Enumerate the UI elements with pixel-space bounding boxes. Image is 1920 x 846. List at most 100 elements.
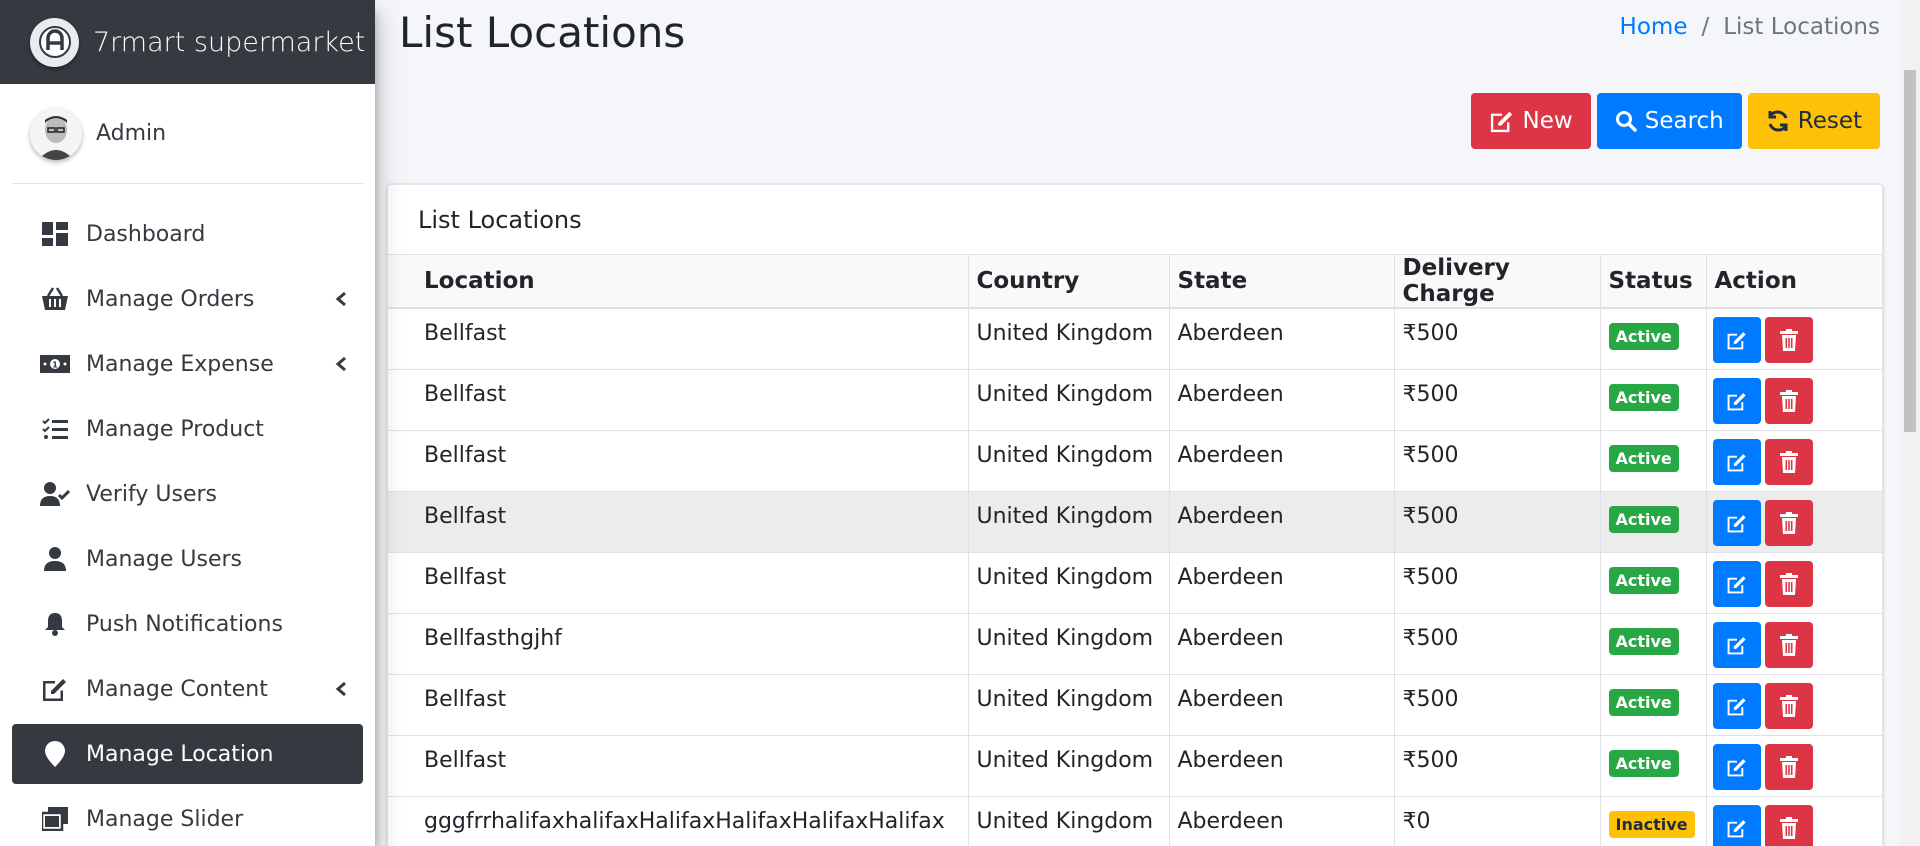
sidebar-item-manage-users[interactable]: Manage Users [12, 529, 363, 589]
edit-button[interactable] [1712, 317, 1761, 363]
edit-button[interactable] [1712, 438, 1761, 485]
money-icon: 1 [40, 349, 70, 379]
cell-action [1706, 674, 1882, 736]
breadcrumb-home-link[interactable]: Home [1620, 14, 1688, 40]
cell-status: Active [1600, 369, 1707, 431]
status-badge[interactable]: Active [1608, 749, 1679, 777]
status-badge[interactable]: Active [1608, 444, 1679, 472]
edit-icon [1726, 634, 1748, 656]
trash-icon [1779, 816, 1798, 839]
cell-delivery-charge: ₹500 [1394, 613, 1601, 675]
cell-country: United Kingdom [968, 735, 1170, 797]
edit-button[interactable] [1712, 377, 1761, 424]
reset-button[interactable]: Reset [1747, 93, 1880, 149]
cell-action [1706, 308, 1882, 370]
sidebar-item-label: Manage Orders [86, 286, 255, 312]
delete-button[interactable] [1764, 682, 1813, 729]
cell-action [1706, 491, 1882, 553]
cell-state: Aberdeen [1169, 430, 1395, 492]
column-header-state[interactable]: State [1169, 255, 1395, 309]
delete-button[interactable] [1764, 317, 1813, 363]
cell-delivery-charge: ₹500 [1394, 430, 1601, 492]
search-button[interactable]: Search [1596, 93, 1742, 149]
breadcrumb-separator: / [1701, 14, 1710, 40]
status-badge[interactable]: Inactive [1608, 810, 1695, 838]
user-icon [40, 544, 70, 574]
cell-state: Aberdeen [1169, 735, 1395, 797]
sidebar-item-manage-slider[interactable]: Manage Slider [12, 789, 363, 846]
status-badge[interactable]: Active [1608, 566, 1679, 594]
sidebar-item-push-notifications[interactable]: Push Notifications [12, 594, 363, 654]
cell-country: United Kingdom [968, 613, 1170, 675]
delete-button[interactable] [1764, 804, 1813, 846]
edit-button[interactable] [1712, 743, 1761, 790]
delete-button[interactable] [1764, 377, 1813, 424]
status-badge[interactable]: Active [1608, 323, 1679, 350]
cell-action [1706, 369, 1882, 431]
status-badge[interactable]: Active [1608, 627, 1679, 655]
delete-button[interactable] [1764, 621, 1813, 668]
scrollbar[interactable] [1900, 0, 1920, 846]
locations-card: List Locations Location Country State De… [387, 184, 1883, 846]
sidebar-item-manage-product[interactable]: Manage Product [12, 399, 363, 459]
edit-button[interactable] [1712, 804, 1761, 846]
sidebar-item-manage-expense[interactable]: 1 Manage Expense [12, 334, 363, 394]
table-row: Bellfast United Kingdom Aberdeen ₹500 Active [388, 674, 1882, 736]
column-header-status[interactable]: Status [1600, 255, 1707, 309]
avatar[interactable] [30, 107, 82, 160]
edit-icon [1726, 390, 1748, 412]
cell-location: Bellfasthgjhf [388, 613, 969, 675]
edit-button[interactable] [1712, 560, 1761, 607]
scrollbar-thumb[interactable] [1904, 70, 1916, 432]
dashboard-icon [40, 219, 70, 249]
status-badge[interactable]: Active [1608, 505, 1679, 533]
status-badge[interactable]: Active [1608, 688, 1679, 716]
chevron-left-icon [333, 356, 349, 372]
cell-state: Aberdeen [1169, 796, 1395, 846]
new-button-label: New [1522, 108, 1573, 134]
sidebar-item-dashboard[interactable]: Dashboard [12, 204, 363, 264]
svg-text:1: 1 [52, 361, 58, 370]
cell-delivery-charge: ₹500 [1394, 308, 1601, 370]
new-button[interactable]: New [1470, 93, 1591, 149]
sidebar-item-verify-users[interactable]: Verify Users [12, 464, 363, 524]
chevron-left-icon [333, 291, 349, 307]
column-header-country[interactable]: Country [968, 255, 1170, 309]
sidebar-item-label: Dashboard [86, 221, 206, 247]
cell-location: Bellfast [388, 674, 969, 736]
delete-button[interactable] [1764, 438, 1813, 485]
sidebar-item-label: Push Notifications [86, 611, 283, 637]
column-header-location[interactable]: Location [388, 255, 969, 309]
status-badge[interactable]: Active [1608, 383, 1679, 411]
delete-button[interactable] [1764, 499, 1813, 546]
map-marker-icon [40, 739, 70, 769]
edit-button[interactable] [1712, 499, 1761, 546]
cell-location: Bellfast [388, 735, 969, 797]
toolbar: New Search Reset [1470, 93, 1880, 149]
cell-country: United Kingdom [968, 430, 1170, 492]
bell-icon [40, 609, 70, 639]
search-icon [1615, 111, 1637, 132]
table-row: Bellfast United Kingdom Aberdeen ₹500 Active [388, 430, 1882, 492]
user-name[interactable]: Admin [96, 121, 166, 146]
delete-button[interactable] [1764, 743, 1813, 790]
sidebar-item-label: Manage Product [86, 416, 264, 442]
column-header-delivery-charge[interactable]: Delivery Charge [1394, 255, 1601, 309]
sidebar-item-manage-orders[interactable]: Manage Orders [12, 269, 363, 329]
edit-button[interactable] [1712, 621, 1761, 668]
sidebar-item-manage-content[interactable]: Manage Content [12, 659, 363, 719]
cell-country: United Kingdom [968, 369, 1170, 431]
table-header-row: Location Country State Delivery Charge S… [388, 255, 1882, 309]
cell-action [1706, 430, 1882, 492]
cell-action [1706, 735, 1882, 797]
brand-link[interactable]: 7rmart supermarket [0, 0, 375, 84]
edit-button[interactable] [1712, 682, 1761, 729]
cell-status: Active [1600, 430, 1707, 492]
tasks-icon [40, 414, 70, 444]
cell-location: Bellfast [388, 308, 969, 370]
cell-country: United Kingdom [968, 491, 1170, 553]
cell-status: Active [1600, 308, 1707, 370]
delete-button[interactable] [1764, 560, 1813, 607]
sidebar-item-manage-location[interactable]: Manage Location [12, 724, 363, 784]
brand-name: 7rmart supermarket [93, 26, 366, 58]
